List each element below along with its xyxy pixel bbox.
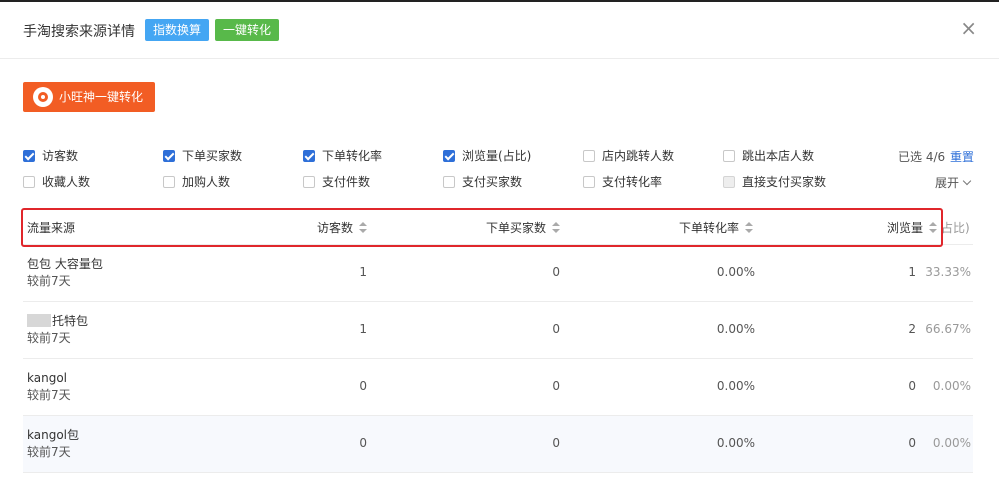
row-order-buyers: 0 [552,265,560,279]
table-row: 包包 大容量包 较前7天 1 0 0.00% 1 33.33% [23,245,973,302]
row-source-keyword: kangol包 [27,428,79,442]
one-click-convert-button[interactable]: 一键转化 [215,19,280,41]
row-compare-label: 较前7天 [27,445,71,459]
selected-count: 已选 4/6 [898,150,946,164]
checkbox-checked-icon[interactable] [23,150,35,162]
checkbox-icon[interactable] [23,176,35,188]
chevron-down-icon [962,176,972,186]
index-convert-button[interactable]: 指数换算 [145,19,210,41]
reset-link[interactable]: 重置 [950,148,974,165]
dialog-title: 手淘搜索来源详情 [23,24,135,40]
row-share: 33.33% [925,265,971,279]
row-pageviews: 0 [908,379,916,393]
checkbox-checked-icon[interactable] [163,150,175,162]
row-pageviews: 2 [908,322,916,336]
close-icon[interactable]: × [960,17,977,39]
wangwang-convert-button[interactable]: 小旺神一键转化 [23,82,155,112]
row-order-rate: 0.00% [716,265,755,279]
row-pageviews: 1 [908,265,916,279]
row-order-rate: 0.00% [716,322,755,336]
row-order-rate: 0.00% [716,436,755,450]
header-highlight-box [21,208,943,247]
row-order-buyers: 0 [552,379,560,393]
row-compare-label: 较前7天 [27,388,71,402]
wangwang-logo-icon [33,87,53,107]
row-order-rate: 0.00% [716,379,755,393]
row-visitors: 0 [359,379,367,393]
row-share: 0.00% [932,436,971,450]
checkbox-icon[interactable] [443,176,455,188]
row-source-keyword: 托特包 [52,314,89,328]
checkbox-disabled-icon [723,176,735,188]
row-source: 托特包 较前7天 [27,313,88,347]
checkbox-checked-icon[interactable] [443,150,455,162]
row-visitors: 1 [359,265,367,279]
wangwang-button-label: 小旺神一键转化 [59,90,144,104]
dialog-header: 手淘搜索来源详情 指数换算 一键转化 × [0,2,999,59]
expand-label: 展开 [935,176,960,190]
row-source: 包包 大容量包 较前7天 [27,256,103,290]
row-pageviews: 0 [908,436,916,450]
expand-toggle[interactable]: 展开 [935,174,972,191]
checkbox-icon[interactable] [723,150,735,162]
checkbox-icon[interactable] [163,176,175,188]
checkbox-icon[interactable] [303,176,315,188]
row-compare-label: 较前7天 [27,274,71,288]
row-visitors: 1 [359,322,367,336]
redacted-text [27,314,51,327]
row-share: 0.00% [932,379,971,393]
checkbox-icon[interactable] [583,176,595,188]
checkbox-checked-icon[interactable] [303,150,315,162]
table-row: 托特包 较前7天 1 0 0.00% 2 66.67% [23,302,973,359]
row-compare-label: 较前7天 [27,331,71,345]
row-source: kangol包 较前7天 [27,427,79,461]
row-source: kangol 较前7天 [27,370,71,404]
checkbox-icon[interactable] [583,150,595,162]
column-header-share: 占比) [941,221,970,235]
table-row: kangol 较前7天 0 0 0.00% 0 0.00% [23,359,973,416]
table-row: kangol包 较前7天 0 0 0.00% 0 0.00% [23,416,973,473]
row-source-keyword: 包包 大容量包 [27,257,103,271]
row-order-buyers: 0 [552,322,560,336]
row-order-buyers: 0 [552,436,560,450]
row-source-keyword: kangol [27,371,67,385]
row-visitors: 0 [359,436,367,450]
row-share: 66.67% [925,322,971,336]
